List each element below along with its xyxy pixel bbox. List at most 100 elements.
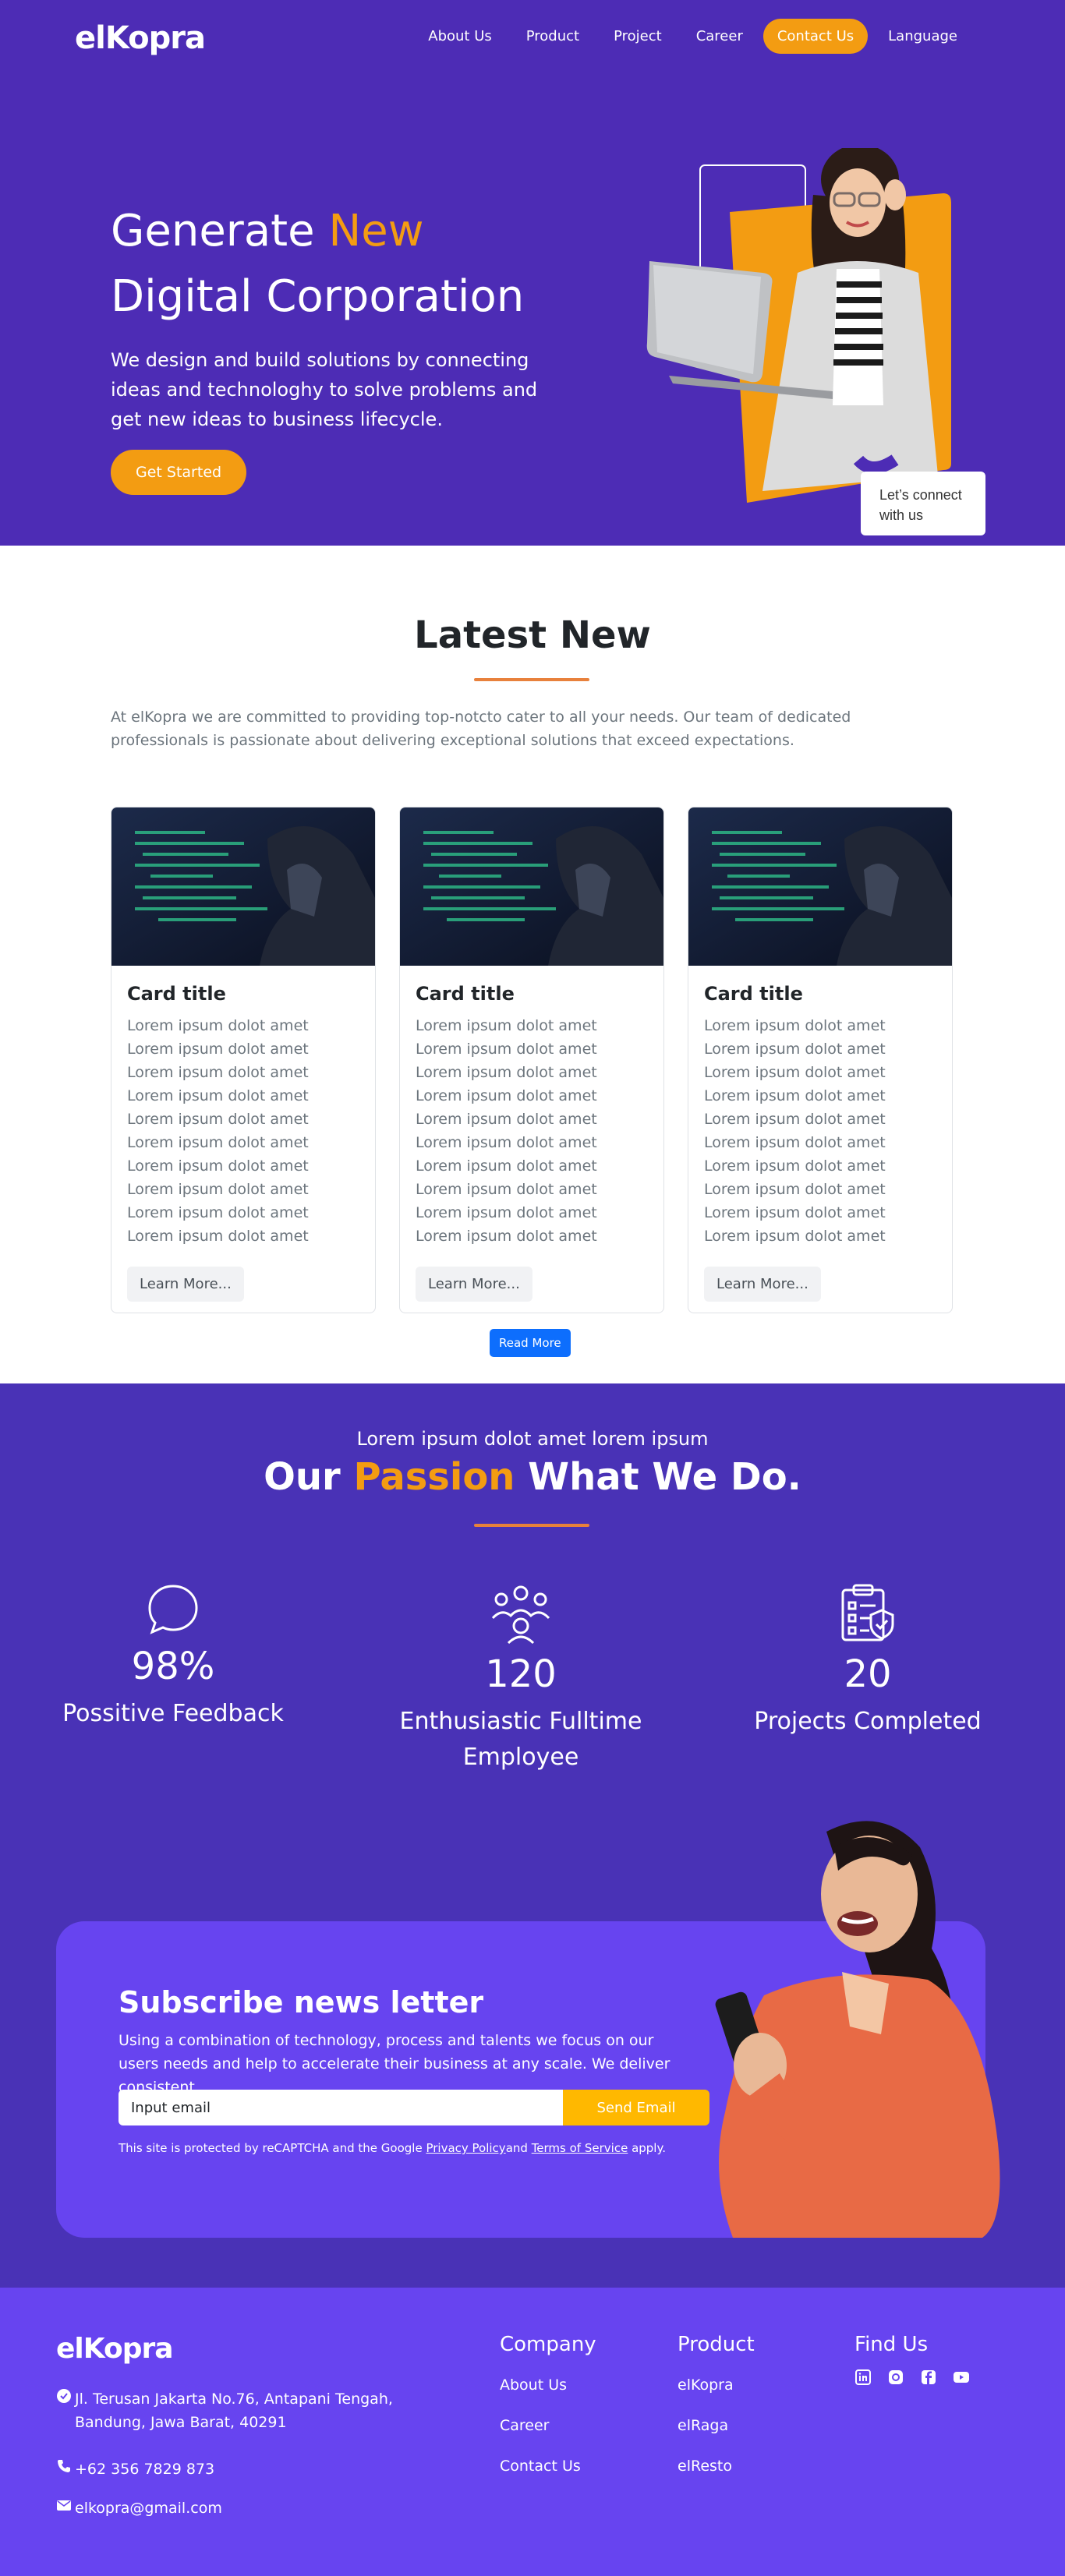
card-title: Card title [704,983,803,1005]
location-icon [56,2387,72,2411]
youtube-icon[interactable] [953,2369,970,2386]
passion-kicker: Lorem ipsum dolot amet lorem ipsum [356,1428,709,1450]
passion-title-part1: Our [264,1455,354,1499]
nav-item-language[interactable]: Language [874,19,971,54]
email-input[interactable] [119,2090,563,2125]
privacy-policy-link[interactable]: Privacy Policy [426,2141,505,2155]
nav-item-product[interactable]: Product [512,19,593,54]
passion-title-accent: Passion [353,1455,515,1499]
footer-link-career[interactable]: Career [500,2417,596,2434]
stat-projects: 20 Projects Completed [712,1582,1024,1740]
get-started-button[interactable]: Get Started [111,450,247,495]
footer-address: Jl. Terusan Jakarta No.76, Antapani Teng… [56,2387,462,2434]
footer-findus-title: Find Us [854,2333,929,2356]
card-title: Card title [416,983,515,1005]
send-email-button[interactable]: Send Email [563,2090,709,2125]
hacker-image [111,807,375,966]
hero-section: Generate New Digital Corporation We desi… [0,0,1065,546]
hero-illustration: Let’s connect with us [646,144,989,538]
footer: elKopra Jl. Terusan Jakarta No.76, Antap… [0,2288,1065,2576]
linkedin-icon[interactable] [854,2369,872,2386]
stat-feedback: 98% Possitive Feedback [17,1582,329,1732]
stat-value: 98% [131,1645,215,1688]
brand-logo[interactable]: elKopra [75,20,206,56]
hero-description: We design and build solutions by connect… [111,349,538,430]
card-title: Card title [127,983,226,1005]
facebook-icon[interactable] [920,2369,937,2386]
hero-title-part1: Generate [111,206,329,256]
note-prefix: This site is protected by reCAPTCHA and … [119,2141,426,2155]
footer-product-column: Product elKopra elRaga elResto [678,2333,755,2498]
card-body: Card title Lorem ipsum dolot amet Lorem … [111,966,375,1302]
chat-bubble-icon [148,1585,198,1634]
news-card: Card title Lorem ipsum dolot amet Lorem … [399,807,664,1313]
passion-section: Lorem ipsum dolot amet lorem ipsum Our P… [0,1383,1065,2288]
title-divider [474,1524,589,1527]
email-text: elkopra@gmail.com [75,2500,222,2517]
terms-of-service-link[interactable]: Terms of Service [532,2141,628,2155]
nav-item-contact-us[interactable]: Contact Us [762,19,869,54]
stat-label: Enthusiastic Fulltime Employee [399,1708,642,1771]
hero-title-line2: Digital Corporation [111,271,525,322]
top-navbar: elKopra About Us Product Project Career … [0,0,1065,78]
phone-icon [56,2458,72,2481]
footer-company-column: Company About Us Career Contact Us [500,2333,596,2498]
nav-item-about-us[interactable]: About Us [414,19,506,54]
latest-news-description: At elKopra we are committed to providing… [111,708,851,749]
passion-title: Our Passion What We Do. [0,1455,1065,1499]
clipboard-check-icon [841,1584,894,1641]
learn-more-button[interactable]: Learn More... [416,1267,532,1302]
footer-link-elresto[interactable]: elResto [678,2458,755,2475]
card-text: Lorem ipsum dolot amet Lorem ipsum dolot… [416,1017,597,1245]
address-text: Jl. Terusan Jakarta No.76, Antapani Teng… [75,2390,393,2431]
note-and: and [505,2141,532,2155]
nav-item-career[interactable]: Career [682,19,757,54]
mail-icon [56,2496,72,2520]
footer-email: elkopra@gmail.com [56,2496,222,2520]
recaptcha-note: This site is protected by reCAPTCHA and … [119,2141,666,2155]
footer-link-about-us[interactable]: About Us [500,2376,596,2394]
passion-title-part2: What We Do. [515,1455,801,1499]
card-body: Card title Lorem ipsum dolot amet Lorem … [400,966,663,1302]
learn-more-button[interactable]: Learn More... [704,1267,821,1302]
footer-findus-column: Find Us [854,2333,970,2386]
latest-news-section: Latest New At elKopra we are committed t… [0,546,1065,1383]
stat-value: 120 [485,1652,557,1696]
news-card: Card title Lorem ipsum dolot amet Lorem … [688,807,953,1313]
card-body: Card title Lorem ipsum dolot amet Lorem … [688,966,952,1302]
footer-logo[interactable]: elKopra [56,2333,174,2365]
footer-link-elkopra[interactable]: elKopra [678,2376,755,2394]
hacker-image [688,807,952,966]
svg-text:with us: with us [879,507,923,523]
social-links [854,2369,970,2386]
news-cards: Card title Lorem ipsum dolot amet Lorem … [111,807,953,1313]
instagram-icon[interactable] [887,2369,904,2386]
newsletter-form: Send Email [119,2090,709,2125]
footer-link-elraga[interactable]: elRaga [678,2417,755,2434]
newsletter-description: Using a combination of technology, proce… [119,2032,670,2096]
title-divider [474,678,589,681]
people-group-icon [491,1585,550,1645]
stat-value: 20 [844,1652,892,1696]
nav-item-project[interactable]: Project [600,19,676,54]
nav-menu: About Us Product Project Career Contact … [414,19,971,54]
footer-phone: +62 356 7829 873 [56,2458,214,2481]
woman-laptop-image: Let’s connect with us [646,144,985,535]
read-more-button[interactable]: Read More [490,1329,571,1357]
stat-label: Possitive Feedback [62,1700,284,1727]
learn-more-button[interactable]: Learn More... [127,1267,244,1302]
news-card: Card title Lorem ipsum dolot amet Lorem … [111,807,376,1313]
card-text: Lorem ipsum dolot amet Lorem ipsum dolot… [704,1017,886,1245]
card-text: Lorem ipsum dolot amet Lorem ipsum dolot… [127,1017,309,1245]
lets-connect-text: Let’s connect [879,487,962,503]
stat-label: Projects Completed [754,1708,982,1735]
hacker-image [400,807,663,966]
footer-link-contact-us[interactable]: Contact Us [500,2458,596,2475]
stat-employees: 120 Enthusiastic Fulltime Employee [365,1582,677,1776]
phone-text: +62 356 7829 873 [75,2461,215,2478]
hero-text: Generate New Digital Corporation We desi… [111,199,547,495]
woman-phone-image [702,1816,1029,2238]
footer-company-title: Company [500,2333,596,2356]
footer-product-title: Product [678,2333,755,2356]
hero-title-accent: New [328,206,424,256]
